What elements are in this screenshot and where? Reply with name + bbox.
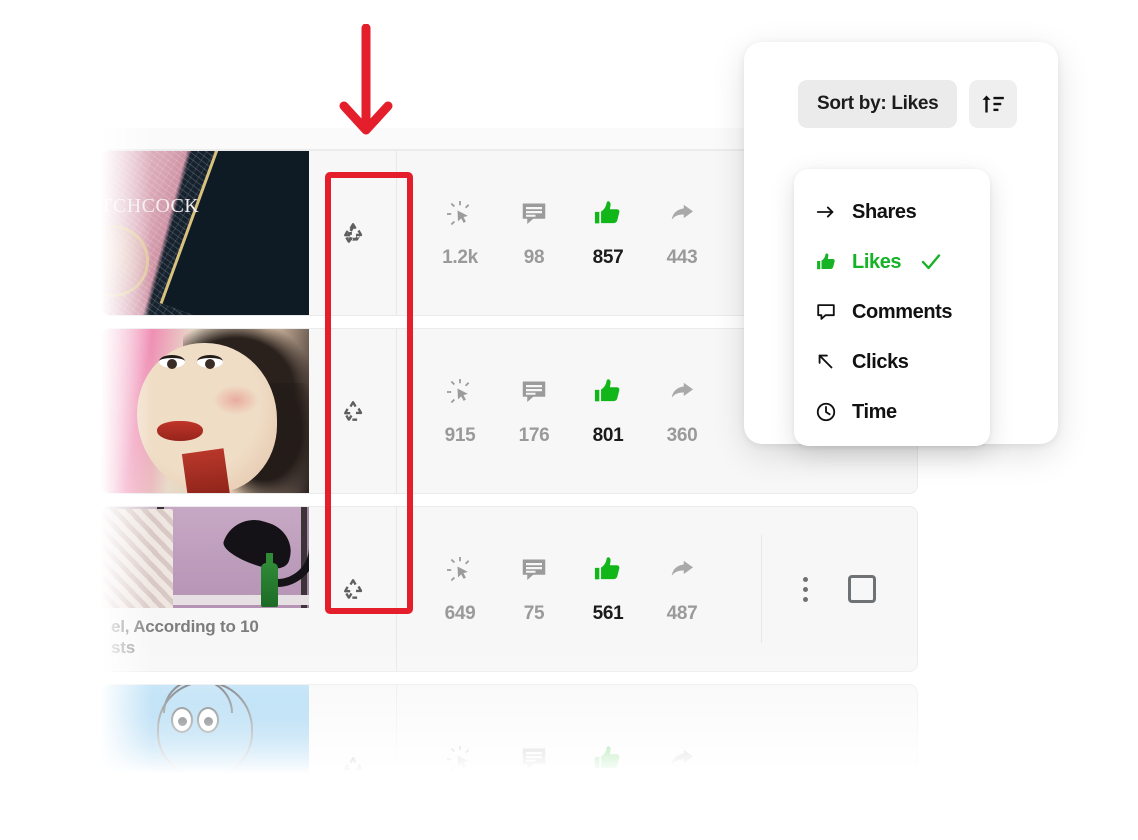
post-title-overlay: el, According to 10 sts [101, 607, 309, 671]
stat-value-likes: 561 [592, 603, 624, 624]
stat-likes[interactable] [571, 742, 645, 778]
thumbnail-visible-text: ITCHCOCK [101, 195, 200, 217]
thumbs-up-icon [592, 742, 624, 776]
red-down-arrow [339, 24, 393, 135]
sort-ascending-icon [982, 95, 1005, 113]
recycle-icon [343, 757, 362, 777]
stat-comments[interactable]: 75 [497, 553, 571, 625]
stat-comments[interactable] [497, 742, 571, 778]
sort-menu-item-label: Time [852, 400, 897, 423]
comment-bubble-icon [519, 375, 549, 409]
post-stats: 649 75 561 487 [397, 507, 761, 671]
stat-value-shares: 443 [666, 247, 698, 268]
comment-bubble-icon [519, 553, 549, 587]
post-row[interactable]: el, According to 10 sts 649 75 561 487 [100, 506, 918, 672]
post-stats: 1.2k 98 857 443 [397, 151, 761, 315]
stat-likes[interactable]: 561 [571, 553, 645, 625]
row-controls [761, 535, 917, 643]
stat-value-comments: 176 [518, 425, 550, 446]
stat-clicks[interactable]: 1.2k [423, 197, 497, 269]
post-thumbnail[interactable] [101, 329, 309, 493]
sort-direction-button[interactable] [969, 80, 1018, 128]
sort-menu-item-clicks[interactable]: Clicks [794, 337, 990, 387]
post-thumbnail[interactable] [101, 685, 309, 778]
cursor-click-icon [445, 197, 475, 231]
share-arrow-icon [667, 742, 697, 776]
thumbs-up-icon [592, 375, 624, 409]
kebab-menu-icon[interactable] [803, 576, 808, 602]
sort-menu-item-likes[interactable]: Likes [794, 237, 990, 287]
vintage-portrait-image [101, 329, 309, 493]
cursor-click-icon [445, 553, 475, 587]
screenshot-stage: ITCHCOCK 1.2k 98 857 443 915 176 801 360… [0, 0, 1138, 840]
recycle-cell[interactable] [309, 685, 397, 778]
stat-clicks[interactable]: 915 [423, 375, 497, 447]
stat-value-clicks: 915 [444, 425, 476, 446]
clock-icon [814, 401, 838, 423]
thumbs-up-icon [592, 553, 624, 587]
post-stats [397, 685, 761, 778]
sort-dropdown-menu: Shares Likes Comments Clicks Time [794, 169, 990, 446]
share-arrow-icon [667, 375, 697, 409]
thumbs-up-icon [814, 251, 838, 274]
sort-menu-item-shares[interactable]: Shares [794, 187, 990, 237]
stat-shares[interactable]: 443 [645, 197, 719, 269]
post-title-line: el, According to 10 [111, 616, 259, 636]
stat-value-clicks: 649 [444, 603, 476, 624]
post-stats: 915 176 801 360 [397, 329, 761, 493]
sort-menu-item-label: Clicks [852, 350, 909, 373]
stat-clicks[interactable]: 649 [423, 553, 497, 625]
recycle-cell[interactable] [309, 151, 397, 315]
share-arrow-icon [667, 553, 697, 587]
stat-clicks[interactable] [423, 742, 497, 778]
share-arrow-icon [667, 197, 697, 231]
recycle-icon [343, 401, 362, 421]
comment-bubble-icon [519, 742, 549, 776]
stat-value-shares: 487 [666, 603, 698, 624]
arrow-up-left-icon [814, 351, 838, 373]
stat-likes[interactable]: 857 [571, 197, 645, 269]
stat-shares[interactable]: 487 [645, 553, 719, 625]
check-icon [919, 250, 943, 274]
stat-value-shares: 360 [666, 425, 698, 446]
stat-value-comments: 75 [523, 603, 545, 624]
stat-value-clicks: 1.2k [442, 247, 478, 268]
stat-comments[interactable]: 176 [497, 375, 571, 447]
checkbox-unchecked-icon[interactable] [848, 575, 876, 603]
cursor-click-icon [445, 375, 475, 409]
stat-likes[interactable]: 801 [571, 375, 645, 447]
recycle-cell[interactable] [309, 507, 397, 671]
recycle-cell[interactable] [309, 329, 397, 493]
thumbs-up-icon [592, 197, 624, 231]
sort-menu-item-time[interactable]: Time [794, 387, 990, 437]
post-row[interactable] [100, 684, 918, 778]
sort-menu-item-label: Comments [852, 300, 953, 323]
sort-panel: Sort by: Likes Shares Likes Comments Cli… [744, 42, 1058, 446]
recycle-icon [343, 579, 362, 599]
stat-shares[interactable]: 360 [645, 375, 719, 447]
sort-controls-row: Sort by: Likes [798, 80, 1018, 128]
post-thumbnail[interactable]: ITCHCOCK [101, 151, 309, 315]
sort-menu-item-label: Shares [852, 200, 917, 223]
comment-bubble-icon [519, 197, 549, 231]
arrow-right-icon [814, 201, 838, 223]
stat-value-likes: 801 [592, 425, 624, 446]
sort-menu-item-label: Likes [852, 250, 902, 273]
cartoon-sketch-image [101, 685, 309, 778]
stat-value-likes: 857 [592, 247, 624, 268]
post-thumbnail[interactable]: el, According to 10 sts [101, 507, 309, 671]
stat-comments[interactable]: 98 [497, 197, 571, 269]
cursor-click-icon [445, 742, 475, 776]
sort-by-button[interactable]: Sort by: Likes [798, 80, 958, 128]
stat-value-comments: 98 [523, 247, 545, 268]
comment-bubble-icon [814, 301, 838, 323]
sort-menu-item-comments[interactable]: Comments [794, 287, 990, 337]
recycle-icon [343, 223, 362, 243]
stat-shares[interactable] [645, 742, 719, 778]
post-title-line: sts [111, 638, 135, 658]
